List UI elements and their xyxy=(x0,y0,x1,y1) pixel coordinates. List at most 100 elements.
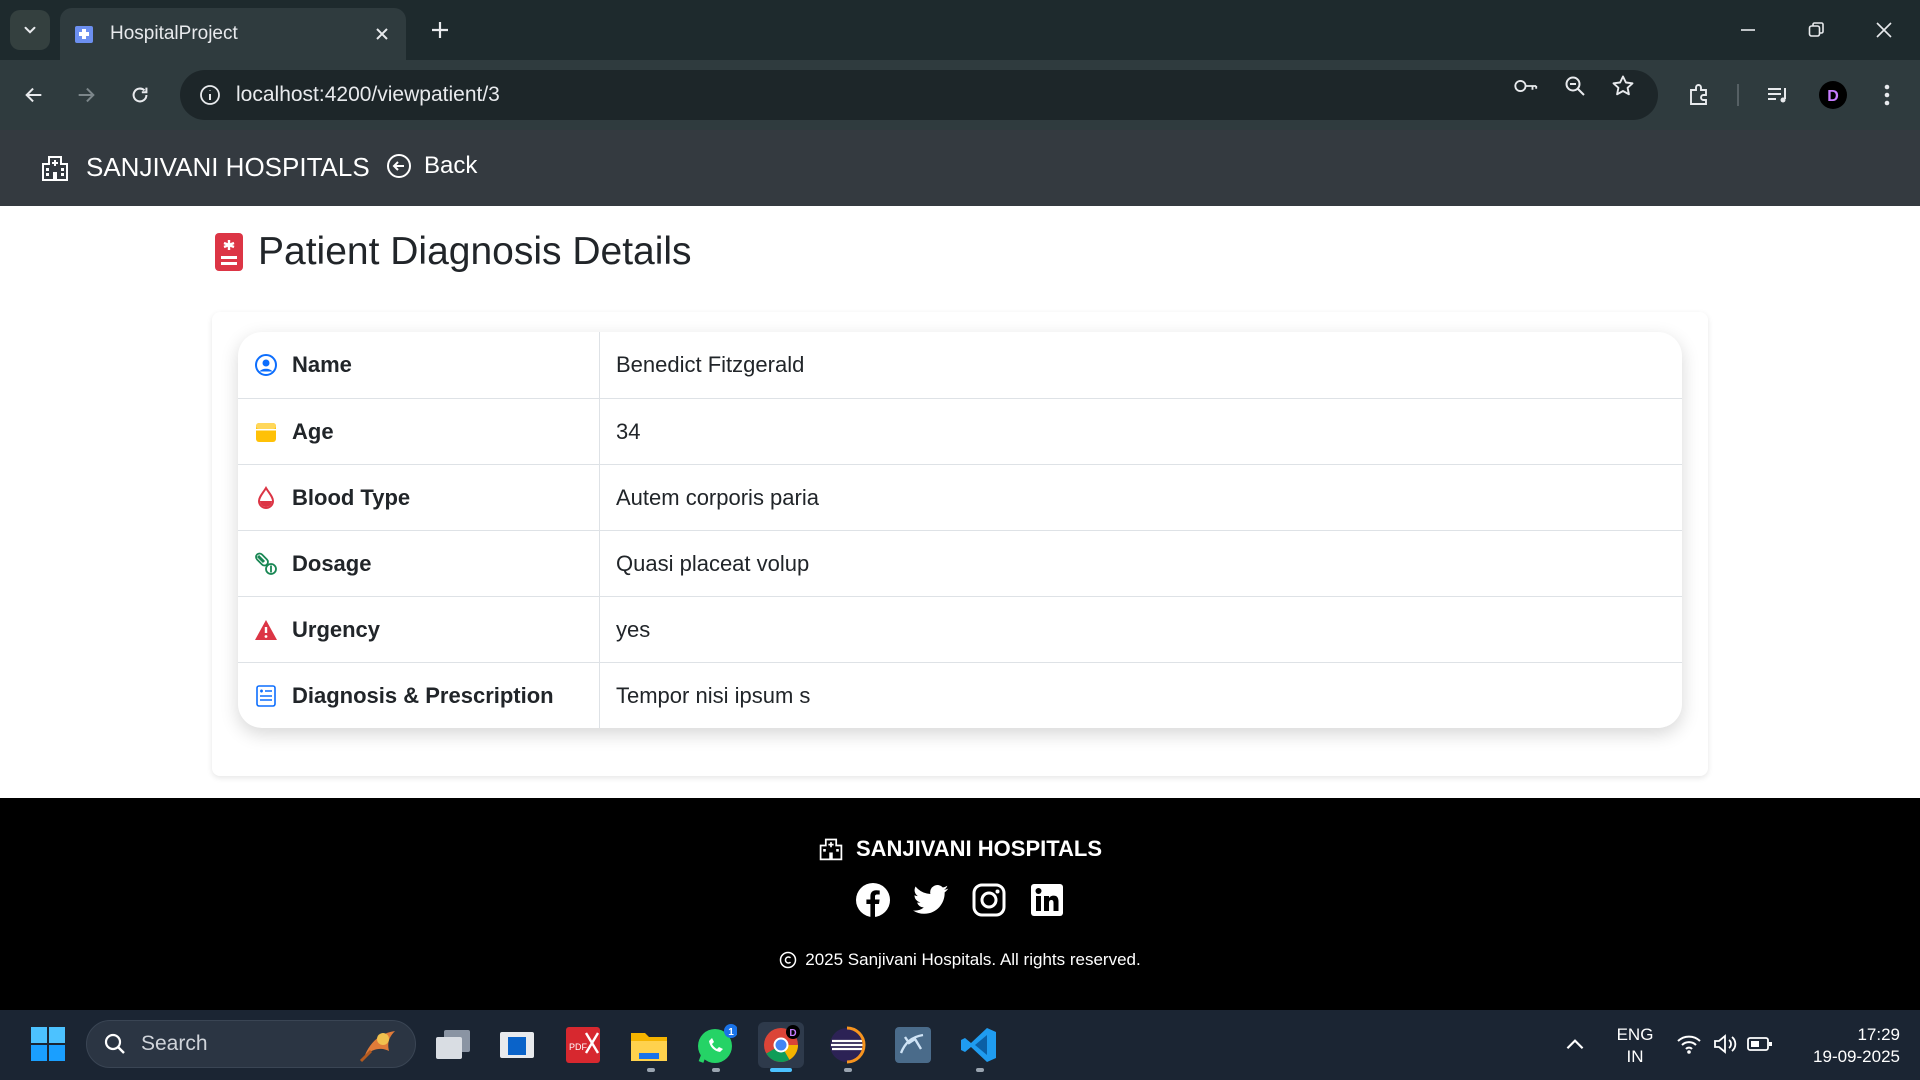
user-circle-icon xyxy=(254,353,278,377)
row-value: Quasi placeat volup xyxy=(616,550,810,576)
hospital-building-icon xyxy=(42,155,68,181)
row-label: Diagnosis & Prescription xyxy=(292,682,554,708)
table-row: Dosage Quasi placeat volup xyxy=(238,530,1682,596)
warning-triangle-icon xyxy=(254,618,278,642)
search-icon xyxy=(104,1033,125,1054)
address-bar[interactable]: localhost:4200/viewpatient/3 xyxy=(180,70,1658,120)
browser-menu-icon[interactable] xyxy=(1872,80,1902,110)
navbar-brand[interactable]: SANJIVANI HOSPITALS xyxy=(40,152,370,183)
lang-line2: IN xyxy=(1626,1047,1644,1066)
arrow-right-icon xyxy=(78,87,95,103)
blood-drop-icon xyxy=(254,485,278,510)
arrow-left-icon xyxy=(25,87,42,103)
chrome-app-icon[interactable]: D xyxy=(758,1022,804,1068)
browser-tab-active[interactable]: HospitalProject xyxy=(60,8,406,60)
media-queue-icon[interactable] xyxy=(1763,80,1793,110)
row-label-cell: Name xyxy=(238,332,600,398)
battery-icon[interactable] xyxy=(1746,1032,1774,1056)
copyright-text: 2025 Sanjivani Hospitals. All rights res… xyxy=(805,950,1141,969)
social-links xyxy=(0,880,1920,920)
taskbar-search-box[interactable]: Search xyxy=(86,1020,416,1068)
row-label: Age xyxy=(292,418,334,444)
zoom-out-icon[interactable] xyxy=(1562,73,1588,99)
running-indicator xyxy=(647,1068,655,1072)
row-value: yes xyxy=(616,616,651,642)
store-app-icon[interactable] xyxy=(494,1022,540,1068)
plus-icon xyxy=(432,22,448,38)
whatsapp-app-icon[interactable]: 1 xyxy=(693,1022,739,1068)
row-label-cell: Blood Type xyxy=(238,465,600,530)
task-view-icon[interactable] xyxy=(430,1022,476,1068)
twitter-icon[interactable] xyxy=(911,880,951,920)
row-label: Blood Type xyxy=(292,484,411,510)
tab-close-button[interactable] xyxy=(364,16,400,52)
back-label: Back xyxy=(424,152,478,179)
running-indicator xyxy=(844,1068,852,1072)
back-link[interactable]: Back xyxy=(386,152,477,180)
password-key-icon[interactable] xyxy=(1513,73,1539,99)
restore-icon xyxy=(1808,22,1824,37)
system-clock[interactable]: 17:29 19-09-2025 xyxy=(1790,1024,1900,1068)
copyright-icon xyxy=(780,951,797,969)
patient-details-table: Name Benedict Fitzgerald Age 34 Blood Ty… xyxy=(238,332,1682,728)
svg-text:PDF: PDF xyxy=(569,1042,588,1052)
file-explorer-icon[interactable] xyxy=(626,1022,672,1068)
table-row: Name Benedict Fitzgerald xyxy=(238,332,1682,398)
tab-search-button[interactable] xyxy=(10,10,50,50)
active-indicator xyxy=(770,1068,792,1072)
url-text: localhost:4200/viewpatient/3 xyxy=(236,83,500,106)
volume-icon[interactable] xyxy=(1712,1032,1738,1056)
new-tab-button[interactable] xyxy=(420,10,460,50)
instagram-icon[interactable] xyxy=(969,880,1009,920)
forward-nav-button[interactable] xyxy=(66,75,106,115)
svg-text:D: D xyxy=(1827,88,1839,105)
row-value: 34 xyxy=(616,418,641,444)
windows-start-icon[interactable] xyxy=(30,1026,66,1062)
reload-button[interactable] xyxy=(120,75,160,115)
chevron-up-icon[interactable] xyxy=(1562,1032,1588,1058)
lang-line1: ENG xyxy=(1616,1025,1654,1044)
bookmark-star-icon[interactable] xyxy=(1610,73,1636,99)
site-info-icon[interactable] xyxy=(184,84,236,106)
wifi-icon[interactable] xyxy=(1676,1032,1702,1056)
close-window-button[interactable] xyxy=(1854,8,1914,52)
row-label: Name xyxy=(292,352,352,377)
back-nav-button[interactable] xyxy=(14,75,54,115)
svg-text:1: 1 xyxy=(728,1027,734,1038)
footer-brand: SANJIVANI HOSPITALS xyxy=(0,836,1920,862)
extensions-puzzle-icon[interactable] xyxy=(1684,80,1714,110)
row-value: Benedict Fitzgerald xyxy=(616,352,805,377)
svg-text:D: D xyxy=(789,1028,796,1039)
restore-button[interactable] xyxy=(1786,8,1846,52)
page-heading: Patient Diagnosis Details xyxy=(214,230,692,274)
row-label-cell: Diagnosis & Prescription xyxy=(238,663,600,728)
linkedin-icon[interactable] xyxy=(1027,880,1067,920)
eclipse-app-icon[interactable] xyxy=(824,1022,870,1068)
table-row: Age 34 xyxy=(238,398,1682,464)
minimize-icon xyxy=(1741,29,1755,31)
row-label: Urgency xyxy=(292,616,381,642)
running-indicator xyxy=(712,1068,720,1072)
mysql-workbench-icon[interactable] xyxy=(890,1022,936,1068)
hospital-building-icon xyxy=(819,838,843,861)
toolbar-divider xyxy=(1737,84,1739,106)
copyright: 2025 Sanjivani Hospitals. All rights res… xyxy=(0,950,1920,970)
calendar-icon xyxy=(254,420,278,444)
browser-toolbar: localhost:4200/viewpatient/3 D xyxy=(0,60,1920,130)
pdf-editor-app-icon[interactable]: PDF xyxy=(560,1022,606,1068)
os-taskbar: Search PDF 1 D ENG IN 17:29 19-09-2025 xyxy=(0,1010,1920,1080)
table-row: Blood Type Autem corporis paria xyxy=(238,464,1682,530)
close-icon xyxy=(376,28,388,40)
vscode-app-icon[interactable] xyxy=(956,1022,1002,1068)
app-navbar: SANJIVANI HOSPITALS Back xyxy=(0,130,1920,206)
clock-time: 17:29 xyxy=(1857,1025,1900,1044)
row-label-cell: Dosage xyxy=(238,531,600,596)
taskbar-search-label: Search xyxy=(141,1032,208,1055)
minimize-button[interactable] xyxy=(1718,8,1778,52)
brand-name: SANJIVANI HOSPITALS xyxy=(86,152,370,182)
profile-avatar[interactable]: D xyxy=(1818,80,1848,110)
arrow-left-circle-icon xyxy=(387,154,411,178)
facebook-icon[interactable] xyxy=(853,880,893,920)
input-language-indicator[interactable]: ENG IN xyxy=(1610,1024,1660,1068)
row-value: Autem corporis paria xyxy=(616,484,819,510)
